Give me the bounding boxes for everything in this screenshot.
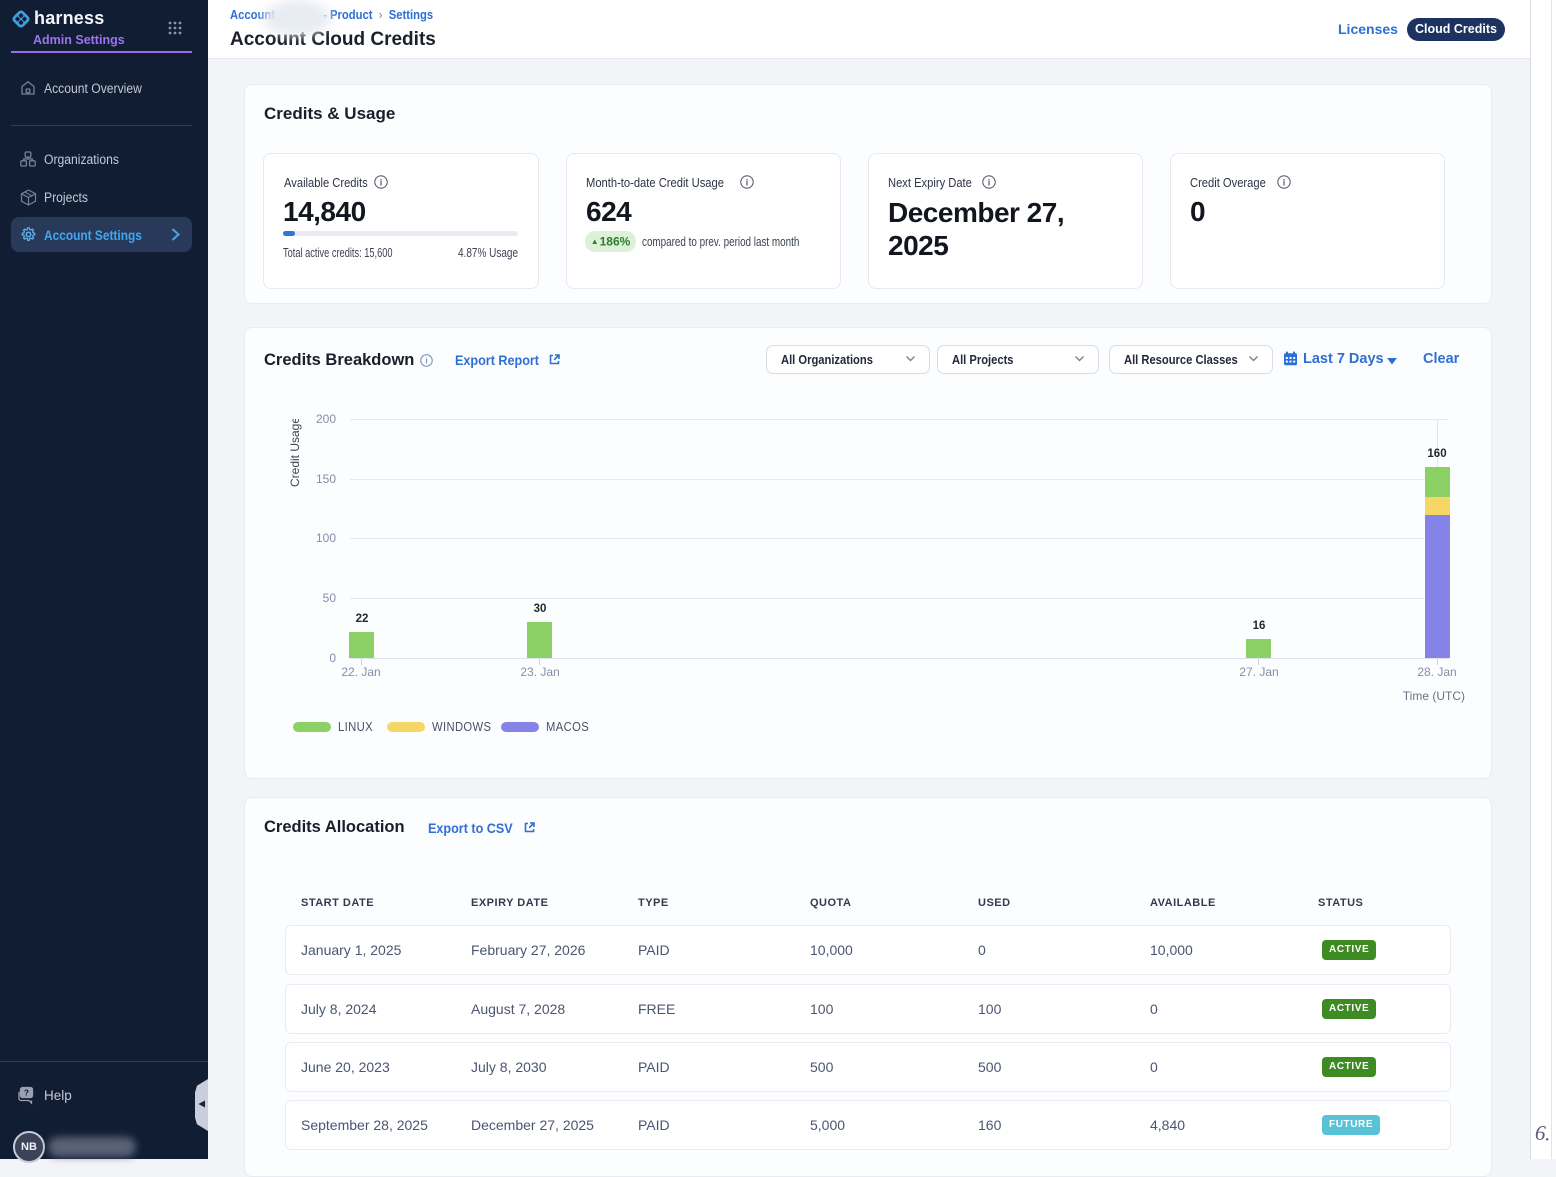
svg-text:Credit Usage: Credit Usage: [288, 419, 302, 487]
svg-text:?: ?: [24, 1087, 29, 1097]
svg-text:i: i: [425, 356, 427, 366]
svg-text:i: i: [988, 177, 991, 187]
svg-text:i: i: [1283, 177, 1286, 187]
